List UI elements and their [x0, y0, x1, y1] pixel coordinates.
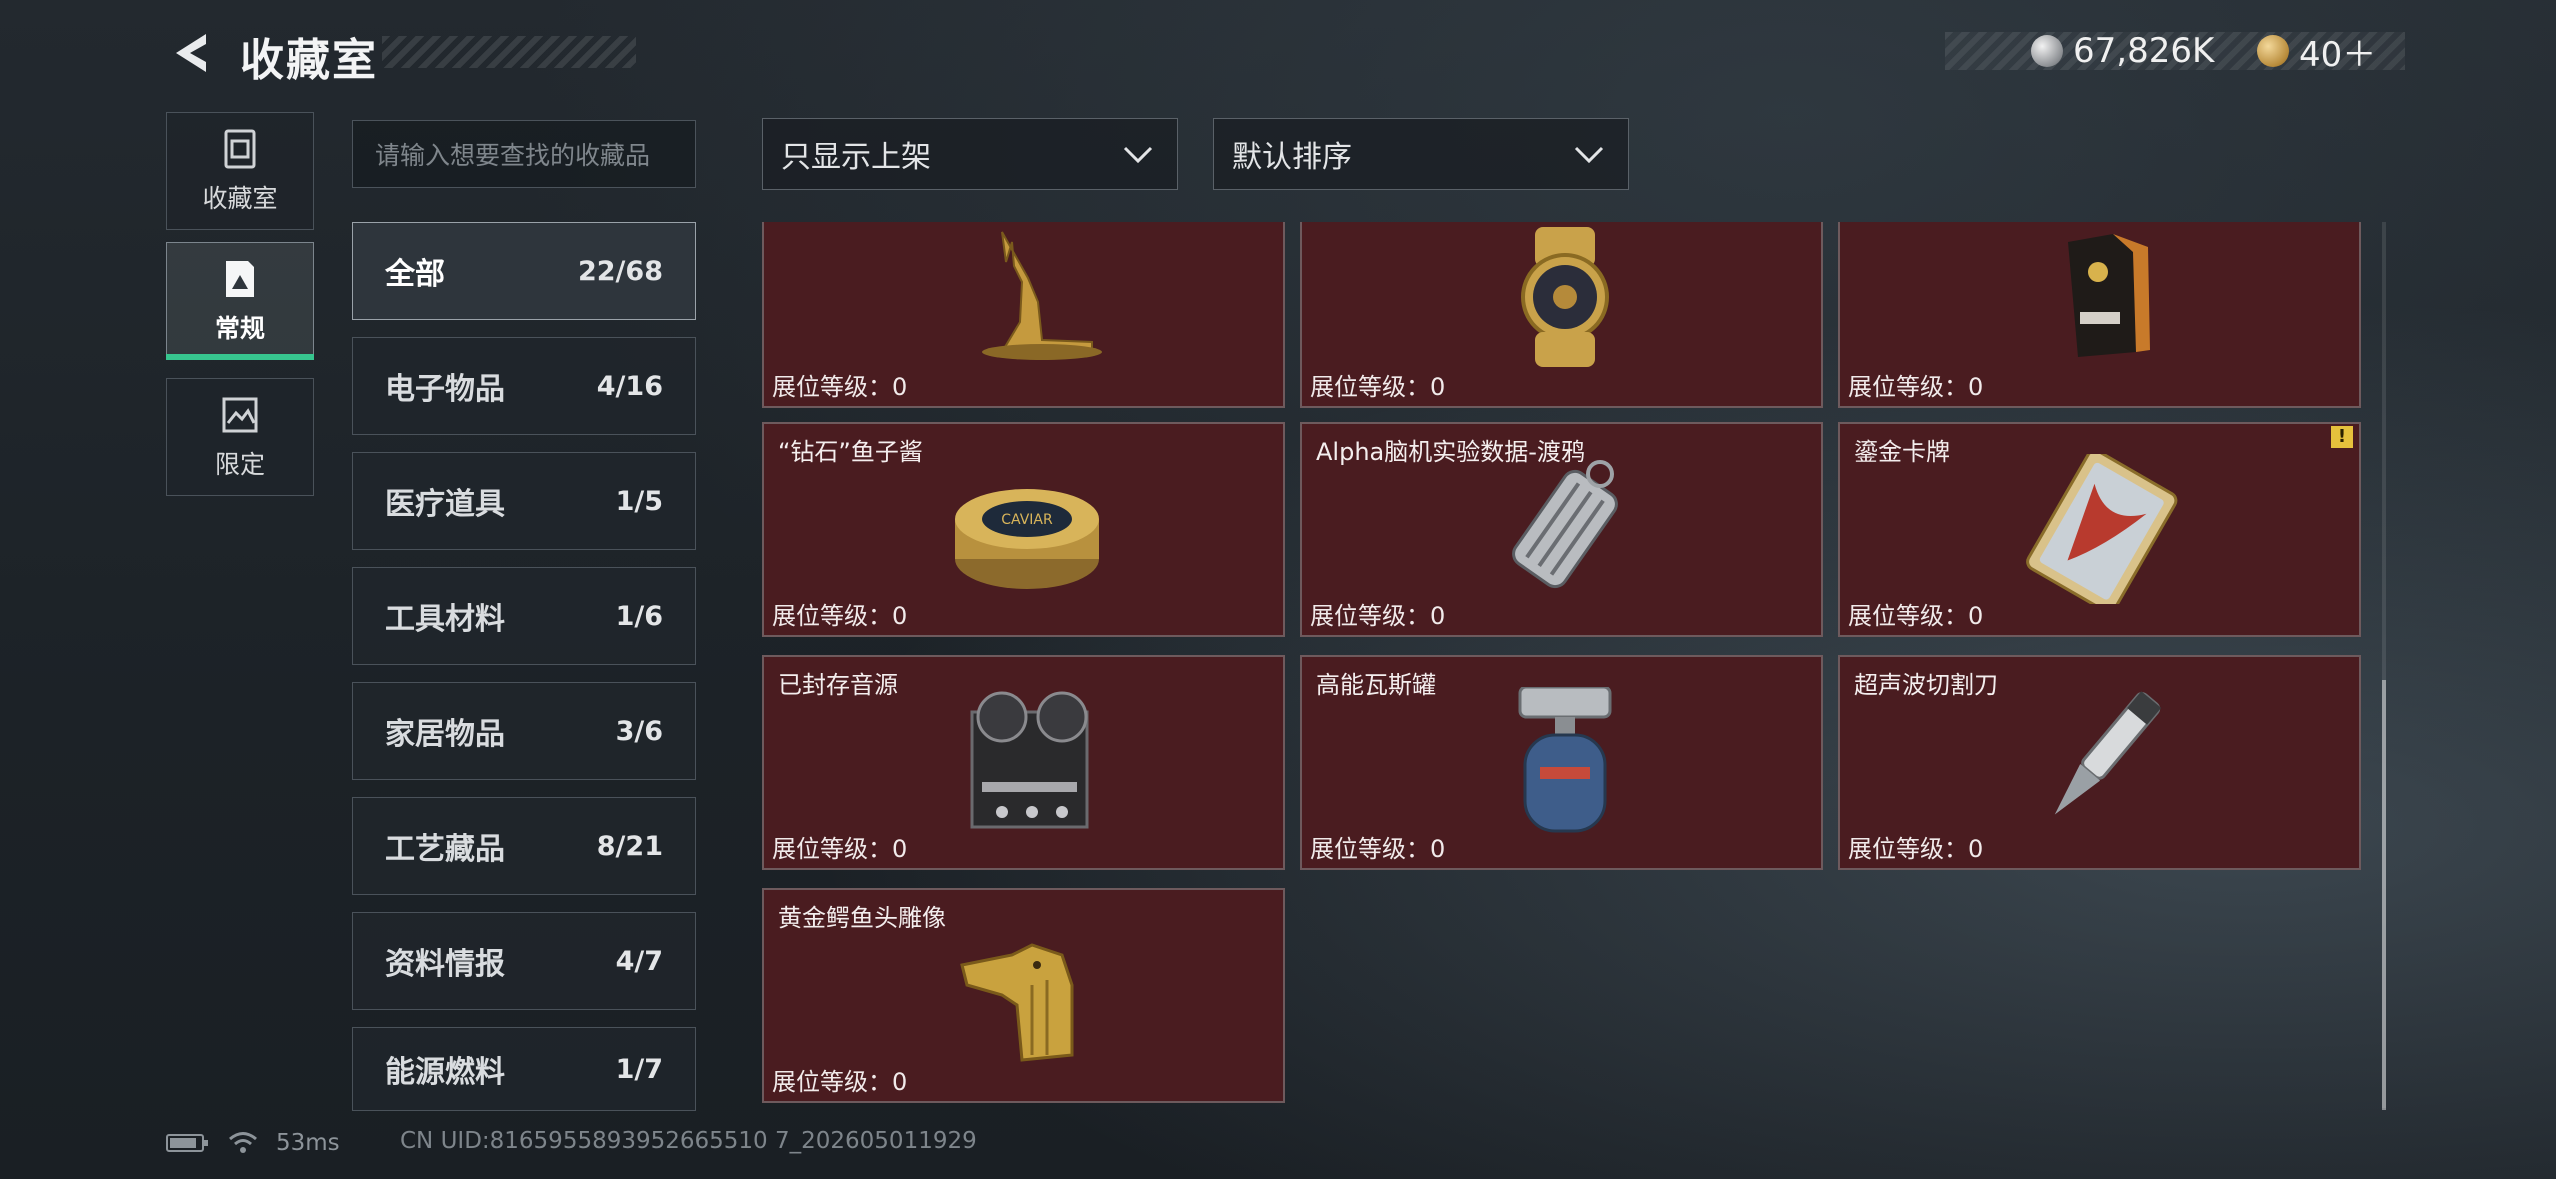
silver-balance: 67,826K	[2073, 31, 2215, 71]
rail-limited[interactable]: 限定	[166, 378, 314, 496]
item-card[interactable]: Alpha脑机实验数据-渡鸦 展位等级：0	[1300, 422, 1823, 637]
sort-value: 默认排序	[1232, 140, 1352, 175]
rail-label: 限定	[214, 450, 265, 479]
rail-label: 收藏室	[202, 184, 278, 213]
gilded-card-icon	[2026, 454, 2178, 604]
search-input[interactable]: 请输入想要查找的收藏品	[352, 120, 696, 188]
status-bar: 53ms	[166, 1128, 340, 1158]
item-name: 已封存音源	[778, 671, 898, 699]
rail-active-indicator	[166, 354, 314, 360]
category-intel[interactable]: 资料情报 4/7	[352, 912, 696, 1010]
rail-regular[interactable]: 常规	[166, 242, 314, 360]
booth-level: 展位等级：0	[1848, 602, 1984, 630]
listing-filter-dropdown[interactable]: 只显示上架	[762, 118, 1178, 190]
gold-watch-icon	[1521, 227, 1609, 367]
page-title: 收藏室	[240, 35, 378, 86]
data-drive-icon	[1512, 460, 1618, 589]
chevron-down-icon	[1123, 146, 1153, 164]
item-name: 鎏金卡牌	[1854, 438, 1950, 466]
category-household[interactable]: 家居物品 3/6	[352, 682, 696, 780]
rail-collection-room[interactable]: 收藏室	[166, 112, 314, 230]
booth-level: 展位等级：0	[772, 602, 908, 630]
item-name: 高能瓦斯罐	[1316, 671, 1436, 699]
item-card[interactable]: 超声波切割刀 展位等级：0	[1838, 655, 2361, 870]
category-count: 1/6	[615, 600, 663, 632]
item-card[interactable]: 黄金鳄鱼头雕像 展位等级：0	[762, 888, 1285, 1103]
category-label: 工艺藏品	[385, 832, 505, 867]
silver-coin-icon	[2031, 35, 2063, 67]
category-count: 4/7	[615, 945, 663, 977]
category-label: 工具材料	[385, 602, 505, 637]
category-count: 4/16	[596, 370, 663, 402]
booth-level: 展位等级：0	[1310, 835, 1446, 863]
document-icon	[226, 261, 254, 297]
category-label: 资料情报	[385, 947, 505, 982]
category-count: 3/6	[615, 715, 663, 747]
golden-crocodile-head-icon	[960, 943, 1074, 1062]
booth-level: 展位等级：0	[1848, 835, 1984, 863]
listing-filter-value: 只显示上架	[781, 140, 931, 175]
item-card[interactable]: 展位等级：0	[1300, 222, 1823, 408]
item-card[interactable]: 展位等级：0	[762, 222, 1285, 408]
item-card[interactable]: 高能瓦斯罐 展位等级：0	[1300, 655, 1823, 870]
booth-level: 展位等级：0	[1848, 373, 1984, 401]
coffee-bag-icon	[2068, 234, 2150, 357]
category-electronics[interactable]: 电子物品 4/16	[352, 337, 696, 435]
item-card[interactable]: 鎏金卡牌 ! 展位等级：0	[1838, 422, 2361, 637]
ping-value: 53ms	[276, 1130, 340, 1156]
title-decoration	[382, 36, 636, 68]
battery-icon	[166, 1134, 208, 1152]
search-placeholder: 请输入想要查找的收藏品	[375, 141, 651, 170]
category-medical[interactable]: 医疗道具 1/5	[352, 452, 696, 550]
caviar-tin-icon: CAVIAR	[955, 489, 1099, 589]
item-card[interactable]: 已封存音源 展位等级：0	[762, 655, 1285, 870]
booth-level: 展位等级：0	[772, 373, 908, 401]
svg-text:CAVIAR: CAVIAR	[1001, 512, 1053, 528]
item-grid: 展位等级：0 展位等级：0 展位等级：0 “钻石”鱼子酱 CAVIAR 展位等级…	[760, 222, 2380, 1108]
rail-label: 常规	[214, 314, 265, 343]
category-count: 8/21	[596, 830, 663, 862]
chevron-down-icon	[1574, 146, 1604, 164]
item-name: “钻石”鱼子酱	[778, 438, 923, 466]
booth-level: 展位等级：0	[1310, 602, 1446, 630]
gold-coin-icon	[2257, 35, 2289, 67]
picture-icon	[222, 397, 258, 433]
item-card[interactable]: “钻石”鱼子酱 CAVIAR 展位等级：0	[762, 422, 1285, 637]
category-count: 1/7	[615, 1053, 663, 1085]
category-label: 电子物品	[385, 372, 505, 407]
category-label: 医疗道具	[385, 487, 505, 522]
category-energy[interactable]: 能源燃料 1/7	[352, 1027, 696, 1111]
category-all[interactable]: 全部 22/68	[352, 222, 696, 320]
category-label: 家居物品	[385, 717, 505, 752]
trash-bin-icon	[224, 129, 256, 169]
item-name: 黄金鳄鱼头雕像	[778, 904, 946, 932]
item-name: 超声波切割刀	[1854, 671, 1998, 699]
item-card[interactable]: 展位等级：0	[1838, 222, 2361, 408]
back-arrow-icon[interactable]	[166, 28, 216, 78]
warning-icon[interactable]: !	[2331, 426, 2353, 448]
category-count: 22/68	[577, 255, 663, 287]
currency-bar: 67,826K 40＋	[1945, 31, 2405, 75]
golden-deer-statue-icon	[982, 231, 1102, 360]
booth-level: 展位等级：0	[772, 835, 908, 863]
category-count: 1/5	[615, 485, 663, 517]
booth-level: 展位等级：0	[772, 1068, 908, 1096]
gas-canister-icon	[1518, 687, 1612, 833]
wifi-icon	[229, 1132, 257, 1153]
category-crafts[interactable]: 工艺藏品 8/21	[352, 797, 696, 895]
category-label: 能源燃料	[385, 1055, 505, 1090]
grid-scrollbar-thumb[interactable]	[2382, 680, 2386, 1110]
category-label: 全部	[385, 257, 445, 292]
category-tools[interactable]: 工具材料 1/6	[352, 567, 696, 665]
ultrasonic-cutter-icon	[2054, 691, 2162, 815]
booth-level: 展位等级：0	[1310, 373, 1446, 401]
gold-balance[interactable]: 40＋	[2299, 27, 2376, 76]
sort-dropdown[interactable]: 默认排序	[1213, 118, 1629, 190]
reel-tape-recorder-icon	[970, 691, 1089, 829]
user-uid: CN UID:8165955893952665510 7_20260501192…	[400, 1128, 977, 1154]
